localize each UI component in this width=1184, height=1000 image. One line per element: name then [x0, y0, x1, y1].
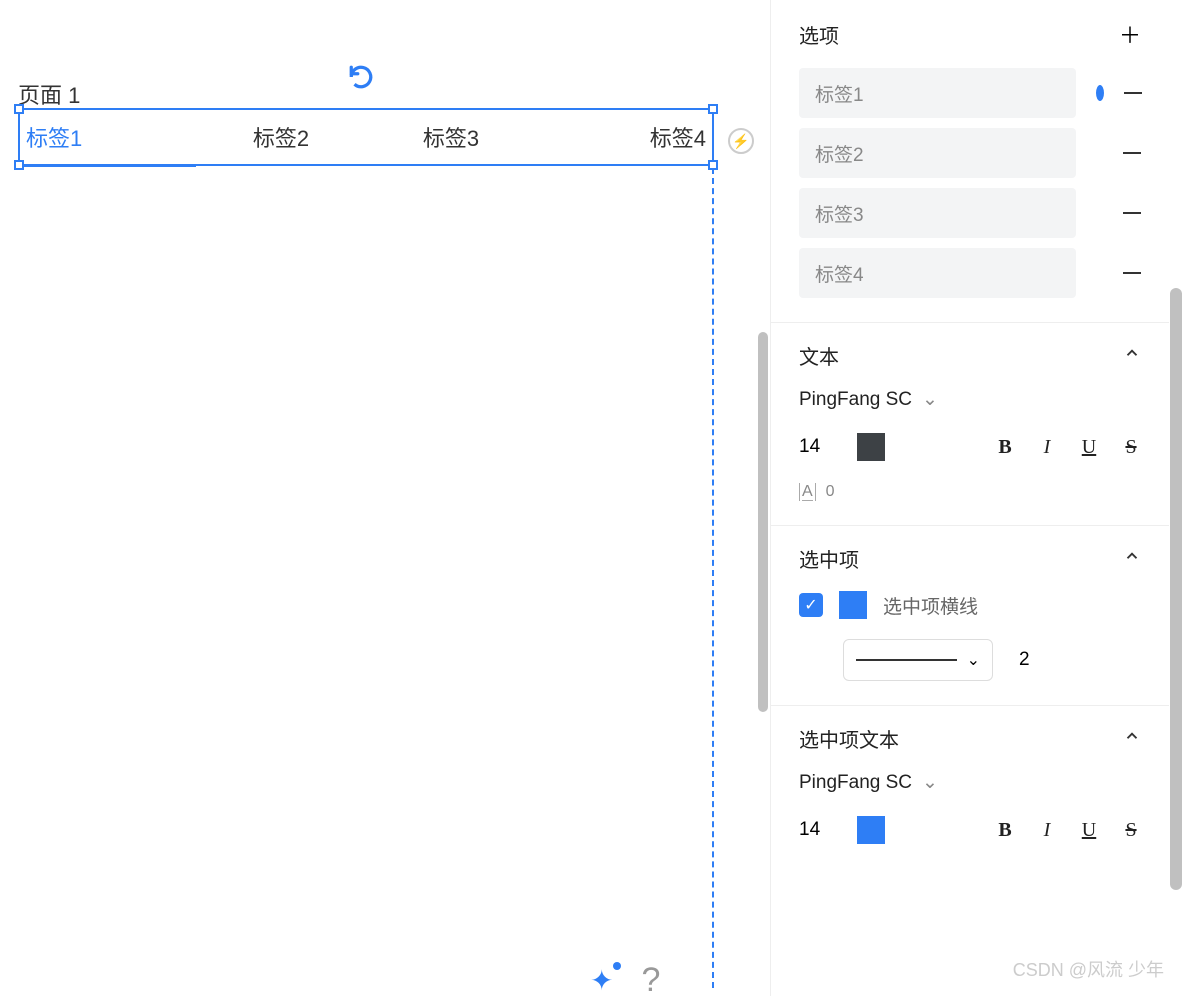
tab-4[interactable]: 标签4 — [536, 121, 712, 153]
guide-line — [712, 168, 714, 988]
underline-button[interactable]: U — [1079, 436, 1099, 459]
lightning-icon[interactable]: ⚡ — [728, 128, 754, 154]
letter-spacing-input[interactable]: 0 — [826, 483, 835, 501]
option-row-3 — [799, 188, 1141, 238]
section-title-selected-text: 选中项文本 — [799, 724, 899, 753]
tabbar: 标签1 标签2 标签3 标签4 — [20, 110, 712, 164]
option-row-2 — [799, 128, 1141, 178]
remove-option-icon[interactable] — [1123, 272, 1141, 274]
option-input-1[interactable] — [799, 68, 1076, 118]
italic-button[interactable]: I — [1037, 436, 1057, 459]
resize-handle-tr[interactable] — [708, 104, 718, 114]
option-input-3[interactable] — [799, 188, 1076, 238]
line-width-input[interactable]: 2 — [1019, 649, 1030, 671]
tabbar-selection[interactable]: 标签1 标签2 标签3 标签4 ⚡ — [18, 108, 714, 166]
underline-label: 选中项横线 — [883, 592, 978, 619]
section-title-selected: 选中项 — [799, 544, 859, 573]
tab-3[interactable]: 标签3 — [366, 121, 536, 153]
canvas-area[interactable]: 页面 1 标签1 标签2 标签3 标签4 ⚡ ✦ ? — [0, 0, 770, 996]
underline-color-swatch[interactable] — [839, 591, 867, 619]
section-selected-text: 选中项文本 PingFang SC ⌄ 14 B I U S — [771, 706, 1169, 868]
font-family-select[interactable]: PingFang SC ⌄ — [799, 388, 1141, 411]
properties-panel: 选项 ＋ — [770, 0, 1184, 996]
tab-1[interactable]: 标签1 — [20, 121, 196, 153]
italic-button[interactable]: I — [1037, 819, 1057, 842]
option-input-4[interactable] — [799, 248, 1076, 298]
help-icon[interactable]: ? — [641, 961, 660, 1000]
resize-handle-tl[interactable] — [14, 104, 24, 114]
chevron-up-icon[interactable] — [1123, 344, 1141, 367]
text-color-swatch[interactable] — [857, 433, 885, 461]
option-radio-selected[interactable] — [1096, 85, 1104, 101]
chevron-down-icon: ⌄ — [922, 771, 938, 794]
section-title-options: 选项 — [799, 20, 839, 49]
bold-button[interactable]: B — [995, 819, 1015, 842]
section-title-text: 文本 — [799, 341, 839, 370]
line-sample — [856, 659, 957, 661]
tab-2[interactable]: 标签2 — [196, 121, 366, 153]
strikethrough-button[interactable]: S — [1121, 819, 1141, 842]
page-title: 页面 1 — [18, 78, 80, 110]
resize-handle-bl[interactable] — [14, 160, 24, 170]
reload-icon[interactable] — [348, 64, 374, 98]
chevron-up-icon[interactable] — [1123, 727, 1141, 750]
chevron-down-icon: ⌄ — [967, 650, 980, 670]
section-selected-item: 选中项 ✓ 选中项横线 ⌄ 2 — [771, 526, 1169, 706]
remove-option-icon[interactable] — [1123, 212, 1141, 214]
letter-spacing-icon: A — [799, 483, 816, 501]
remove-option-icon[interactable] — [1124, 92, 1142, 94]
add-option-icon[interactable]: ＋ — [1119, 18, 1141, 50]
option-row-1 — [799, 68, 1141, 118]
underline-button[interactable]: U — [1079, 819, 1099, 842]
selected-font-family-select[interactable]: PingFang SC ⌄ — [799, 771, 1141, 794]
strikethrough-button[interactable]: S — [1121, 436, 1141, 459]
chevron-down-icon: ⌄ — [922, 388, 938, 411]
underline-checkbox[interactable]: ✓ — [799, 593, 823, 617]
sparkle-icon[interactable]: ✦ — [590, 964, 613, 997]
selected-font-family-value: PingFang SC — [799, 772, 912, 794]
selected-text-color-swatch[interactable] — [857, 816, 885, 844]
section-options: 选项 ＋ — [771, 0, 1169, 323]
section-text: 文本 PingFang SC ⌄ 14 B I U S A 0 — [771, 323, 1169, 526]
font-size-input[interactable]: 14 — [799, 436, 833, 458]
line-style-select[interactable]: ⌄ — [843, 639, 993, 681]
option-row-4 — [799, 248, 1141, 298]
canvas-scrollbar[interactable] — [758, 332, 768, 712]
selected-font-size-input[interactable]: 14 — [799, 819, 833, 841]
panel-scrollbar[interactable] — [1170, 288, 1182, 890]
bold-button[interactable]: B — [995, 436, 1015, 459]
font-family-value: PingFang SC — [799, 389, 912, 411]
chevron-up-icon[interactable] — [1123, 547, 1141, 570]
option-input-2[interactable] — [799, 128, 1076, 178]
remove-option-icon[interactable] — [1123, 152, 1141, 154]
